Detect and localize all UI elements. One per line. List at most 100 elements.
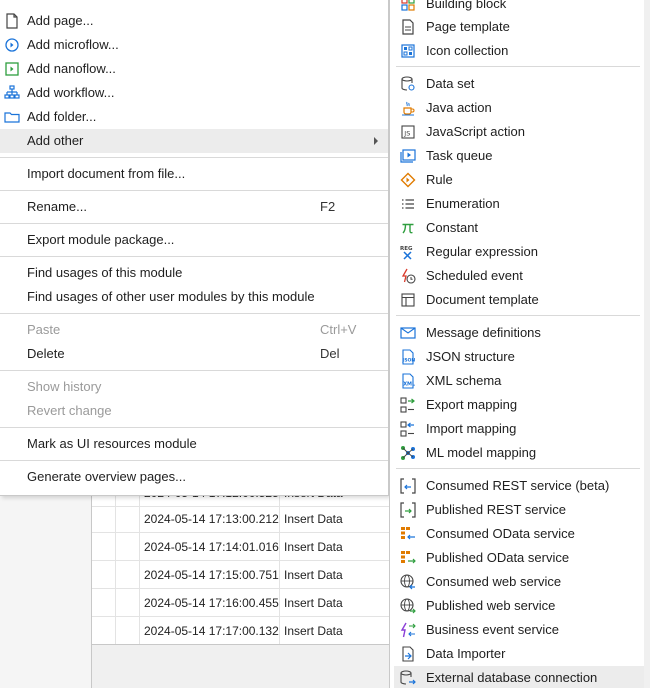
ml-model-mapping-icon [400, 445, 416, 461]
submenu-item-java-action[interactable]: Java action [390, 96, 644, 120]
submenu-item-message-definitions[interactable]: Message definitions [390, 321, 644, 345]
menu-item-generate-overview-pages[interactable]: Generate overview pages... [0, 465, 388, 489]
svg-text:XML: XML [403, 382, 415, 388]
submenu-item-document-template[interactable]: Document template [390, 288, 644, 312]
menu-item-find-usages-module[interactable]: Find usages of this module [0, 261, 388, 285]
data-grid: 2024-05-14 17:12:00.525 Insert Data 2024… [92, 478, 392, 672]
workflow-icon [4, 85, 20, 101]
page-template-icon [400, 19, 416, 35]
submenu-item-external-database-connection[interactable]: External database connection [394, 666, 644, 688]
data-importer-icon [400, 646, 416, 662]
submenu-arrow-icon [374, 137, 378, 145]
submenu-item-export-mapping[interactable]: Export mapping [390, 393, 644, 417]
timestamp-cell: 2024-05-14 17:15:00.751 [140, 561, 280, 588]
submenu-item-constant[interactable]: Constant [390, 216, 644, 240]
submenu-item-consumed-rest[interactable]: Consumed REST service (beta) [390, 474, 644, 498]
menu-item-paste[interactable]: Paste Ctrl+V [0, 318, 388, 342]
table-row[interactable]: 2024-05-14 17:16:00.455 Insert Data [92, 589, 392, 617]
microflow-icon [4, 37, 20, 53]
menu-item-add-other[interactable]: Add other [0, 129, 388, 153]
json-structure-icon: JSON [400, 349, 416, 365]
icon-collection-icon [400, 43, 416, 59]
menu-item-add-page[interactable]: Add page... [0, 9, 388, 33]
action-cell: Insert Data [284, 567, 343, 582]
menu-item-export-module-package[interactable]: Export module package... [0, 228, 388, 252]
timestamp-cell: 2024-05-14 17:14:01.016 [140, 533, 280, 560]
submenu-item-regular-expression[interactable]: REG Regular expression [390, 240, 644, 264]
menu-separator [0, 256, 388, 257]
regular-expression-icon: REG [400, 244, 416, 260]
menu-item-show-history[interactable]: Show history [0, 375, 388, 399]
consumed-odata-icon [400, 526, 416, 542]
folder-icon [4, 109, 20, 125]
submenu-item-ml-model-mapping[interactable]: ML model mapping [390, 441, 644, 465]
menu-separator [0, 223, 388, 224]
menu-item-rename[interactable]: Rename... F2 [0, 195, 388, 219]
submenu-item-scheduled-event[interactable]: Scheduled event [390, 264, 644, 288]
published-odata-icon [400, 550, 416, 566]
menu-item-import-document[interactable]: Import document from file... [0, 162, 388, 186]
submenu-item-rule[interactable]: Rule [390, 168, 644, 192]
enumeration-icon [400, 196, 416, 212]
task-queue-icon [400, 148, 416, 164]
submenu-item-data-importer[interactable]: Data Importer [390, 642, 644, 666]
submenu-item-task-queue[interactable]: Task queue [390, 144, 644, 168]
menu-separator [0, 460, 388, 461]
xml-schema-icon: XML [400, 373, 416, 389]
menu-separator [0, 190, 388, 191]
timestamp-cell: 2024-05-14 17:13:00.212 [140, 505, 280, 532]
shortcut-label: Ctrl+V [320, 322, 357, 337]
menu-item-add-folder[interactable]: Add folder... [0, 105, 388, 129]
consumed-web-service-icon [400, 574, 416, 590]
submenu-item-data-set[interactable]: Data set [390, 72, 644, 96]
table-row[interactable]: 2024-05-14 17:15:00.751 Insert Data [92, 561, 392, 589]
constant-icon [400, 220, 416, 236]
submenu-item-consumed-web-service[interactable]: Consumed web service [390, 570, 644, 594]
building-block-icon [400, 0, 416, 12]
menu-item-add-nanoflow[interactable]: Add nanoflow... [0, 57, 388, 81]
submenu-item-published-rest[interactable]: Published REST service [390, 498, 644, 522]
timestamp-cell: 2024-05-14 17:16:00.455 [140, 589, 280, 616]
submenu-separator [396, 315, 640, 316]
grid-footer [92, 644, 392, 672]
scheduled-event-icon [400, 268, 416, 284]
submenu-item-javascript-action[interactable]: JS JavaScript action [390, 120, 644, 144]
page-icon [4, 13, 20, 29]
menu-item-add-microflow[interactable]: Add microflow... [0, 33, 388, 57]
svg-text:JS: JS [403, 130, 410, 138]
shortcut-label: F2 [320, 199, 336, 214]
action-cell: Insert Data [284, 595, 343, 610]
published-web-service-icon [400, 598, 416, 614]
consumed-rest-icon [400, 478, 416, 494]
submenu-item-import-mapping[interactable]: Import mapping [390, 417, 644, 441]
menu-item-add-workflow[interactable]: Add workflow... [0, 81, 388, 105]
svg-text:JSON: JSON [402, 358, 416, 364]
java-action-icon [400, 100, 416, 116]
submenu-item-business-event-service[interactable]: Business event service [390, 618, 644, 642]
table-row[interactable]: 2024-05-14 17:14:01.016 Insert Data [92, 533, 392, 561]
submenu-item-xml-schema[interactable]: XML XML schema [390, 369, 644, 393]
submenu-item-icon-collection[interactable]: Icon collection [390, 39, 644, 63]
add-other-submenu: Building block Page template Icon collec… [389, 0, 644, 688]
menu-item-revert-change[interactable]: Revert change [0, 399, 388, 423]
menu-separator [0, 157, 388, 158]
menu-separator [0, 370, 388, 371]
menu-separator [0, 313, 388, 314]
submenu-item-json-structure[interactable]: JSON JSON structure [390, 345, 644, 369]
table-row[interactable]: 2024-05-14 17:13:00.212 Insert Data [92, 505, 392, 533]
menu-item-delete[interactable]: Delete Del [0, 342, 388, 366]
svg-text:REG: REG [400, 246, 413, 252]
menu-item-mark-ui-resources[interactable]: Mark as UI resources module [0, 432, 388, 456]
table-row[interactable]: 2024-05-14 17:17:00.132 Insert Data [92, 617, 392, 645]
submenu-item-published-web-service[interactable]: Published web service [390, 594, 644, 618]
submenu-item-enumeration[interactable]: Enumeration [390, 192, 644, 216]
submenu-item-published-odata[interactable]: Published OData service [390, 546, 644, 570]
rule-icon [400, 172, 416, 188]
submenu-item-consumed-odata[interactable]: Consumed OData service [390, 522, 644, 546]
context-menu: Add page... Add microflow... Add nanoflo… [0, 0, 389, 496]
submenu-item-building-block[interactable]: Building block [390, 0, 644, 16]
submenu-item-page-template[interactable]: Page template [390, 15, 644, 39]
published-rest-icon [400, 502, 416, 518]
submenu-separator [396, 66, 640, 67]
menu-item-find-usages-other-modules[interactable]: Find usages of other user modules by thi… [0, 285, 388, 309]
